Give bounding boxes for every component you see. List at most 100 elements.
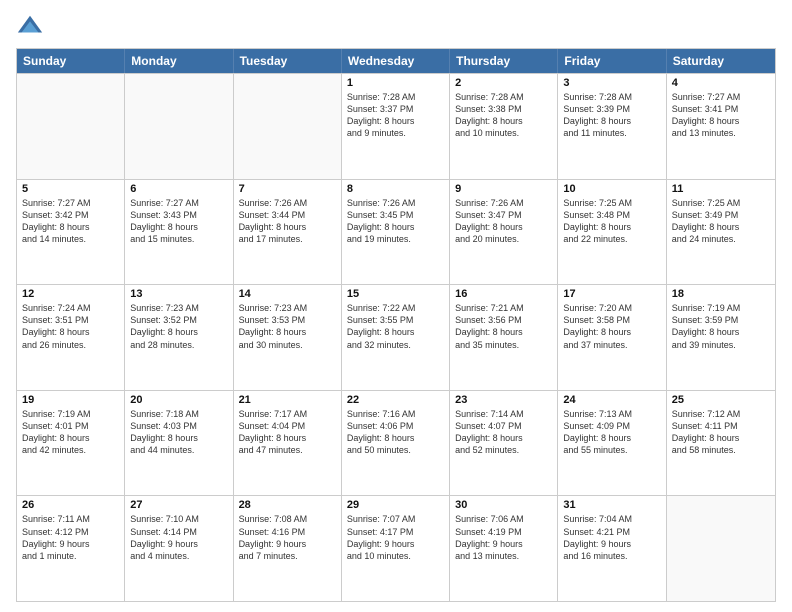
cell-daylight-info: Sunrise: 7:18 AM Sunset: 4:03 PM Dayligh… [130,408,227,457]
cal-cell [234,74,342,179]
header-day-friday: Friday [558,49,666,73]
cal-cell: 24 Sunrise: 7:13 AM Sunset: 4:09 PM Dayli… [558,391,666,496]
day-number: 31 [563,499,660,511]
day-number: 8 [347,183,444,195]
cell-daylight-info: Sunrise: 7:17 AM Sunset: 4:04 PM Dayligh… [239,408,336,457]
cal-cell: 31 Sunrise: 7:04 AM Sunset: 4:21 PM Dayli… [558,496,666,601]
cal-cell: 18 Sunrise: 7:19 AM Sunset: 3:59 PM Dayli… [667,285,775,390]
cell-daylight-info: Sunrise: 7:28 AM Sunset: 3:38 PM Dayligh… [455,91,552,140]
cal-cell: 4Sunrise: 7:27 AM Sunset: 3:41 PM Daylig… [667,74,775,179]
cal-cell: 23 Sunrise: 7:14 AM Sunset: 4:07 PM Dayli… [450,391,558,496]
day-number: 2 [455,77,552,89]
day-number: 16 [455,288,552,300]
cal-cell: 9 Sunrise: 7:26 AM Sunset: 3:47 PM Daylig… [450,180,558,285]
cell-daylight-info: Sunrise: 7:12 AM Sunset: 4:11 PM Dayligh… [672,408,770,457]
cal-cell: 26Sunrise: 7:11 AM Sunset: 4:12 PM Dayli… [17,496,125,601]
cell-daylight-info: Sunrise: 7:20 AM Sunset: 3:58 PM Dayligh… [563,302,660,351]
day-number: 11 [672,183,770,195]
day-number: 5 [22,183,119,195]
cal-cell: 20 Sunrise: 7:18 AM Sunset: 4:03 PM Dayli… [125,391,233,496]
cell-daylight-info: Sunrise: 7:07 AM Sunset: 4:17 PM Dayligh… [347,513,444,562]
day-number: 22 [347,394,444,406]
cell-daylight-info: Sunrise: 7:21 AM Sunset: 3:56 PM Dayligh… [455,302,552,351]
day-number: 21 [239,394,336,406]
cell-daylight-info: Sunrise: 7:04 AM Sunset: 4:21 PM Dayligh… [563,513,660,562]
day-number: 6 [130,183,227,195]
day-number: 9 [455,183,552,195]
cell-daylight-info: Sunrise: 7:26 AM Sunset: 3:45 PM Dayligh… [347,197,444,246]
cell-daylight-info: Sunrise: 7:28 AM Sunset: 3:39 PM Dayligh… [563,91,660,140]
calendar: SundayMondayTuesdayWednesdayThursdayFrid… [16,48,776,602]
cal-cell: 11Sunrise: 7:25 AM Sunset: 3:49 PM Dayli… [667,180,775,285]
day-number: 26 [22,499,119,511]
week-row-4: 19 Sunrise: 7:19 AM Sunset: 4:01 PM Dayli… [17,390,775,496]
cal-cell [125,74,233,179]
cal-cell: 12 Sunrise: 7:24 AM Sunset: 3:51 PM Dayli… [17,285,125,390]
cal-cell: 6 Sunrise: 7:27 AM Sunset: 3:43 PM Daylig… [125,180,233,285]
day-number: 14 [239,288,336,300]
cal-cell [17,74,125,179]
header-day-tuesday: Tuesday [234,49,342,73]
header-day-thursday: Thursday [450,49,558,73]
day-number: 23 [455,394,552,406]
cell-daylight-info: Sunrise: 7:26 AM Sunset: 3:44 PM Dayligh… [239,197,336,246]
cal-cell: 27Sunrise: 7:10 AM Sunset: 4:14 PM Dayli… [125,496,233,601]
cell-daylight-info: Sunrise: 7:27 AM Sunset: 3:42 PM Dayligh… [22,197,119,246]
day-number: 15 [347,288,444,300]
cal-cell: 8 Sunrise: 7:26 AM Sunset: 3:45 PM Daylig… [342,180,450,285]
day-number: 24 [563,394,660,406]
calendar-body: 1Sunrise: 7:28 AM Sunset: 3:37 PM Daylig… [17,73,775,601]
day-number: 25 [672,394,770,406]
header-day-saturday: Saturday [667,49,775,73]
day-number: 20 [130,394,227,406]
cal-cell: 5 Sunrise: 7:27 AM Sunset: 3:42 PM Daylig… [17,180,125,285]
header-day-monday: Monday [125,49,233,73]
day-number: 30 [455,499,552,511]
cell-daylight-info: Sunrise: 7:28 AM Sunset: 3:37 PM Dayligh… [347,91,444,140]
logo [16,12,48,40]
day-number: 17 [563,288,660,300]
cell-daylight-info: Sunrise: 7:23 AM Sunset: 3:52 PM Dayligh… [130,302,227,351]
cal-cell: 30Sunrise: 7:06 AM Sunset: 4:19 PM Dayli… [450,496,558,601]
cell-daylight-info: Sunrise: 7:19 AM Sunset: 4:01 PM Dayligh… [22,408,119,457]
header [16,12,776,40]
day-number: 28 [239,499,336,511]
day-number: 10 [563,183,660,195]
week-row-5: 26Sunrise: 7:11 AM Sunset: 4:12 PM Dayli… [17,495,775,601]
cal-cell: 19 Sunrise: 7:19 AM Sunset: 4:01 PM Dayli… [17,391,125,496]
cell-daylight-info: Sunrise: 7:19 AM Sunset: 3:59 PM Dayligh… [672,302,770,351]
cal-cell [667,496,775,601]
cell-daylight-info: Sunrise: 7:26 AM Sunset: 3:47 PM Dayligh… [455,197,552,246]
week-row-3: 12 Sunrise: 7:24 AM Sunset: 3:51 PM Dayli… [17,284,775,390]
cell-daylight-info: Sunrise: 7:14 AM Sunset: 4:07 PM Dayligh… [455,408,552,457]
cell-daylight-info: Sunrise: 7:13 AM Sunset: 4:09 PM Dayligh… [563,408,660,457]
cal-cell: 22Sunrise: 7:16 AM Sunset: 4:06 PM Dayli… [342,391,450,496]
cal-cell: 28 Sunrise: 7:08 AM Sunset: 4:16 PM Dayli… [234,496,342,601]
cal-cell: 3Sunrise: 7:28 AM Sunset: 3:39 PM Daylig… [558,74,666,179]
day-number: 29 [347,499,444,511]
calendar-header: SundayMondayTuesdayWednesdayThursdayFrid… [17,49,775,73]
cell-daylight-info: Sunrise: 7:22 AM Sunset: 3:55 PM Dayligh… [347,302,444,351]
day-number: 7 [239,183,336,195]
cell-daylight-info: Sunrise: 7:27 AM Sunset: 3:43 PM Dayligh… [130,197,227,246]
logo-icon [16,12,44,40]
cal-cell: 29 Sunrise: 7:07 AM Sunset: 4:17 PM Dayli… [342,496,450,601]
cal-cell: 25 Sunrise: 7:12 AM Sunset: 4:11 PM Dayli… [667,391,775,496]
day-number: 18 [672,288,770,300]
cal-cell: 10 Sunrise: 7:25 AM Sunset: 3:48 PM Dayli… [558,180,666,285]
cell-daylight-info: Sunrise: 7:08 AM Sunset: 4:16 PM Dayligh… [239,513,336,562]
cell-daylight-info: Sunrise: 7:24 AM Sunset: 3:51 PM Dayligh… [22,302,119,351]
header-day-wednesday: Wednesday [342,49,450,73]
day-number: 13 [130,288,227,300]
cell-daylight-info: Sunrise: 7:27 AM Sunset: 3:41 PM Dayligh… [672,91,770,140]
day-number: 27 [130,499,227,511]
cal-cell: 1Sunrise: 7:28 AM Sunset: 3:37 PM Daylig… [342,74,450,179]
cal-cell: 13 Sunrise: 7:23 AM Sunset: 3:52 PM Dayli… [125,285,233,390]
cell-daylight-info: Sunrise: 7:23 AM Sunset: 3:53 PM Dayligh… [239,302,336,351]
cal-cell: 17 Sunrise: 7:20 AM Sunset: 3:58 PM Dayli… [558,285,666,390]
day-number: 19 [22,394,119,406]
cell-daylight-info: Sunrise: 7:25 AM Sunset: 3:48 PM Dayligh… [563,197,660,246]
cal-cell: 16 Sunrise: 7:21 AM Sunset: 3:56 PM Dayli… [450,285,558,390]
day-number: 12 [22,288,119,300]
week-row-2: 5 Sunrise: 7:27 AM Sunset: 3:42 PM Daylig… [17,179,775,285]
